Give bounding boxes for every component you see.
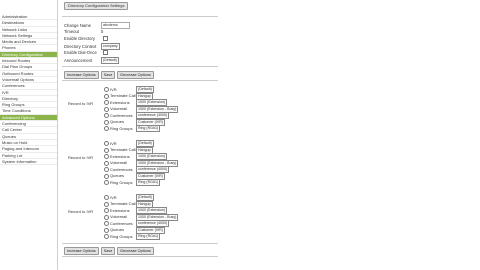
divider <box>62 243 218 244</box>
radio-icon[interactable] <box>104 126 109 131</box>
setting-select[interactable]: company <box>101 43 120 50</box>
record-to-ivr-label: Record to IVR <box>68 155 94 160</box>
destination-option[interactable]: IVR (Default) <box>104 140 154 147</box>
destination-option[interactable]: Ring Groups Ring (RG#1) <box>104 179 161 186</box>
destination-option[interactable]: Ring Groups Ring (RG#1) <box>104 233 161 240</box>
destination-option[interactable]: Extensions 1000 (Extension) <box>104 99 168 106</box>
destination-option[interactable]: Voicemail 1000 (Extension - Busy) <box>104 105 179 113</box>
setting-select[interactable]: (Default) <box>101 57 119 64</box>
setting-row: Timeout 5 <box>64 29 103 35</box>
destination-option[interactable]: IVR (Default) <box>104 86 154 93</box>
setting-row: Change Name abcdemo <box>64 22 130 29</box>
option-select[interactable]: Ring (RG#1) <box>136 179 161 186</box>
sidebar-item[interactable]: System Information <box>0 159 57 166</box>
divider <box>62 66 218 67</box>
destination-option[interactable]: Ring Groups Ring (RG#1) <box>104 125 161 132</box>
destination-option[interactable]: Voicemail 1000 (Extension - Busy) <box>104 213 179 221</box>
option-label: Ring Groups <box>110 179 133 185</box>
setting-label: Enable Directory <box>64 36 95 41</box>
radio-icon[interactable] <box>104 160 109 166</box>
action-button[interactable]: Save <box>100 71 116 79</box>
radio-icon[interactable] <box>104 201 109 207</box>
setting-row: Directory Context company <box>64 43 120 50</box>
settings-header-button[interactable]: Directory Configuration Settings <box>64 2 129 10</box>
setting-label: Timeout <box>64 29 79 34</box>
radio-icon[interactable] <box>104 106 109 112</box>
record-to-ivr-label: Record to IVR <box>68 209 94 214</box>
radio-icon[interactable] <box>104 195 109 200</box>
radio-icon[interactable] <box>104 227 109 233</box>
destination-option[interactable]: Extensions 1000 (Extension) <box>104 153 168 160</box>
radio-icon[interactable] <box>104 93 109 99</box>
destination-option[interactable]: Conferences conference (4000) <box>104 112 170 119</box>
setting-value: 5 <box>101 29 104 34</box>
setting-label: Change Name <box>64 22 92 28</box>
divider <box>62 256 218 257</box>
destination-option[interactable]: Terminate Call Hangup <box>104 200 153 208</box>
radio-icon[interactable] <box>104 234 109 239</box>
divider <box>62 16 218 17</box>
destination-option[interactable]: IVR (Default) <box>104 194 154 201</box>
radio-icon[interactable] <box>104 87 109 92</box>
option-select[interactable]: Ring (RG#1) <box>136 125 161 132</box>
radio-icon[interactable] <box>104 154 109 159</box>
radio-icon[interactable] <box>104 173 109 179</box>
option-label: Ring Groups <box>110 233 133 239</box>
setting-label: Directory Context <box>64 43 97 49</box>
main-panel: Directory Configuration Settings Change … <box>62 0 218 270</box>
action-button[interactable]: Decrease Options <box>117 71 154 79</box>
destination-option[interactable]: Extensions 1000 (Extension) <box>104 207 168 214</box>
radio-icon[interactable] <box>104 113 109 118</box>
destination-option[interactable]: Terminate Call Hangup <box>104 146 153 154</box>
radio-icon[interactable] <box>104 119 109 125</box>
setting-label: Enable Dial-Once <box>64 50 97 55</box>
radio-icon[interactable] <box>104 167 109 172</box>
radio-icon[interactable] <box>104 100 109 105</box>
radio-icon[interactable] <box>104 141 109 146</box>
radio-icon[interactable] <box>104 180 109 185</box>
destination-option[interactable]: Queues Customer (IVR) <box>104 118 165 126</box>
destination-option[interactable]: Conferences conference (4000) <box>104 220 170 227</box>
option-select[interactable]: Ring (RG#1) <box>136 233 161 240</box>
record-to-ivr-label: Record to IVR <box>68 101 94 106</box>
action-button[interactable]: Save <box>100 247 116 255</box>
destination-option[interactable]: Conferences conference (4000) <box>104 166 170 173</box>
action-button[interactable]: Increase Options <box>64 71 99 79</box>
action-button[interactable]: Increase Options <box>64 247 99 255</box>
action-button[interactable]: Decrease Options <box>117 247 154 255</box>
destination-option[interactable]: Queues Customer (IVR) <box>104 172 165 180</box>
setting-checkbox[interactable] <box>103 36 108 42</box>
option-label: Ring Groups <box>110 125 133 131</box>
sidebar: Administration Destinations Network Links N… <box>0 0 58 270</box>
destination-option[interactable]: Queues Customer (IVR) <box>104 226 165 234</box>
destination-option[interactable]: Voicemail 1000 (Extension - Busy) <box>104 159 179 167</box>
radio-icon[interactable] <box>104 147 109 153</box>
setting-row: Enable Directory <box>64 36 108 42</box>
setting-row: Enable Dial-Once <box>64 50 108 56</box>
radio-icon[interactable] <box>104 221 109 226</box>
setting-checkbox[interactable] <box>103 50 108 56</box>
radio-icon[interactable] <box>104 214 109 220</box>
divider <box>62 80 218 81</box>
destination-option[interactable]: Terminate Call Hangup <box>104 92 153 100</box>
setting-label: Announcement <box>64 57 93 63</box>
radio-icon[interactable] <box>104 208 109 213</box>
setting-input[interactable]: abcdemo <box>101 22 130 29</box>
setting-row: Announcement (Default) <box>64 57 119 64</box>
